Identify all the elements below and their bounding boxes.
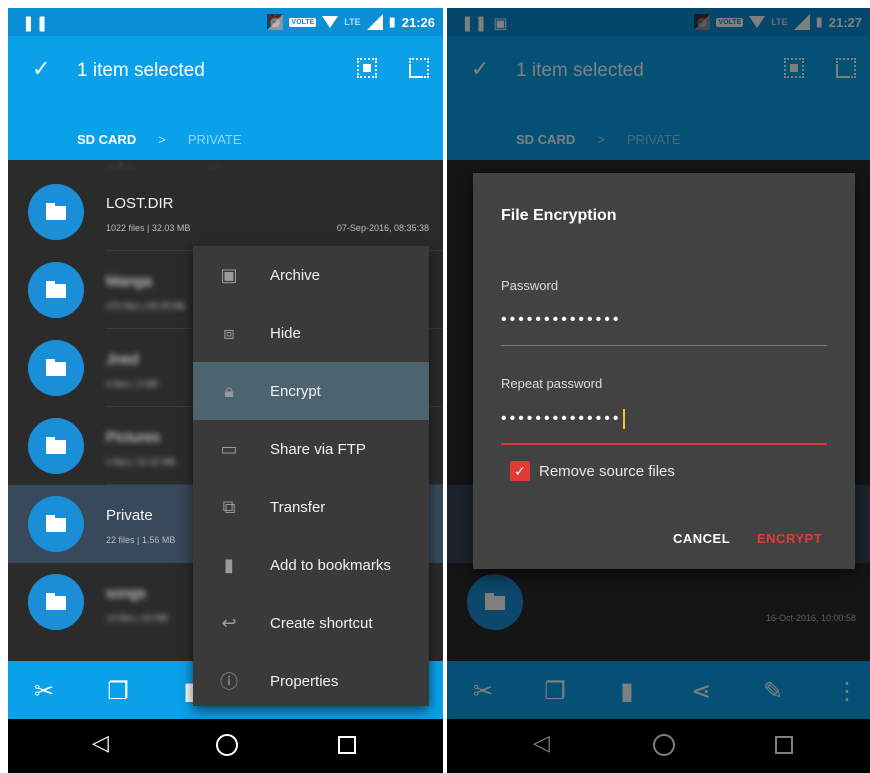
menu-label: Properties [270,672,339,690]
item-name: Manga [106,273,152,290]
item-meta: 475 files | 68.08 MB [106,301,186,311]
check-icon[interactable]: ✓ [32,56,50,82]
clock: 21:26 [401,14,435,30]
folder-icon [28,184,84,240]
back-icon[interactable] [92,730,110,756]
menu-label: Create shortcut [270,614,373,632]
repeat-password-label: Repeat password [501,376,603,391]
signal-icon-2 [366,14,383,30]
partial-row: ..... | ..... ..... [106,160,220,169]
list-item[interactable]: LOST.DIR 1022 files | 32.03 MB 07-Sep-20… [8,173,443,251]
item-name: Private [106,507,153,524]
nav-bar [8,719,443,773]
menu-item-ftp[interactable]: ▭ Share via FTP [193,420,429,478]
cancel-button[interactable]: CANCEL [673,531,730,546]
menu-label: Share via FTP [270,440,366,458]
item-name: songs [106,585,147,602]
status-bar: ❚❚ ⏰ VOLTE LTE ▮ 21:26 [8,8,443,36]
repeat-password-underline [501,443,827,445]
item-name: Pictures [106,429,161,446]
menu-item-hide[interactable]: ⧈ Hide [193,304,429,362]
shortcut-icon: ↩ [221,612,237,633]
item-date: 07-Sep-2016, 08:35:38 [336,223,429,233]
repeat-password-field[interactable]: •••••••••••••• [501,409,626,429]
app-bar: ✓ 1 item selected SD CARD > PRIVATE [8,36,443,160]
menu-label: Archive [270,266,321,284]
encrypt-button[interactable]: ENCRYPT [757,531,822,546]
item-meta: 1022 files | 32.03 MB [106,223,191,233]
right-screen: ❚❚ ▣ ⏰ VOLTE LTE ▮ 21:27 ✓ 1 item select… [447,8,870,773]
menu-label: Encrypt [270,382,321,400]
encryption-dialog: File Encryption Password •••••••••••••• … [473,173,855,569]
folder-icon [28,262,84,318]
item-name: LOST.DIR [106,195,174,212]
pause-icon: ❚❚ [22,15,50,32]
item-meta: 14 files | 43 MB [106,613,168,623]
breadcrumb: SD CARD > PRIVATE [77,132,242,147]
item-meta: 4 files | 3 MB [106,379,158,389]
item-meta: 22 files | 1.56 MB [106,535,176,545]
menu-item-bookmark[interactable]: ▮ Add to bookmarks [193,536,429,594]
remove-source-label[interactable]: Remove source files [539,463,675,480]
password-field[interactable]: •••••••••••••• [501,311,621,329]
remove-source-checkbox[interactable]: ✓ [510,461,530,481]
menu-item-encrypt[interactable]: 🔒︎ Encrypt [193,362,429,420]
menu-item-transfer[interactable]: ⧉ Transfer [193,478,429,536]
folder-icon [28,574,84,630]
folder-icon [28,340,84,396]
context-menu: ▣ Archive ⧈ Hide 🔒︎ Encrypt ▭ Share via … [193,246,429,706]
menu-item-shortcut[interactable]: ↩ Create shortcut [193,594,429,652]
signal-icon [267,14,284,30]
lock-icon: 🔒︎ [224,380,234,401]
crumb-private[interactable]: PRIVATE [188,132,242,147]
bookmark-icon: ▮ [224,554,234,575]
wifi-icon [322,16,339,28]
lte-label: LTE [344,17,361,27]
cut-icon[interactable]: ✂ [30,677,58,705]
select-all-icon[interactable] [409,58,429,78]
transfer-icon: ⧉ [222,496,236,517]
password-underline [501,345,827,346]
menu-label: Transfer [270,498,326,516]
select-inverse-icon[interactable] [357,58,377,78]
item-meta: 4 files | 16.32 MB [106,457,176,467]
folder-icon [28,418,84,474]
text-caret [623,409,626,429]
menu-label: Hide [270,324,301,342]
battery-icon: ▮ [388,14,396,29]
folder-icon [28,496,84,552]
volte-badge: VOLTE [289,17,317,27]
hide-icon: ⧈ [223,322,235,343]
crumb-sdcard[interactable]: SD CARD [77,132,136,147]
copy-icon[interactable]: ❐ [104,677,132,705]
menu-label: Add to bookmarks [270,556,391,574]
repeat-password-value: •••••••••••••• [501,410,622,428]
left-screen: ❚❚ ⏰ VOLTE LTE ▮ 21:26 ✓ 1 item selected… [8,8,443,773]
menu-item-archive[interactable]: ▣ Archive [193,246,429,304]
home-icon[interactable] [216,734,238,756]
dialog-title: File Encryption [501,207,617,224]
selection-title: 1 item selected [77,60,205,81]
info-icon: ⓘ [220,672,238,692]
recents-icon[interactable] [338,736,356,754]
archive-icon: ▣ [220,264,238,285]
item-name: Jned [106,351,139,368]
menu-item-properties[interactable]: ⓘ Properties [193,652,429,710]
password-label: Password [501,278,559,293]
ftp-icon: ▭ [220,438,238,459]
chevron-right-icon: > [158,132,166,147]
